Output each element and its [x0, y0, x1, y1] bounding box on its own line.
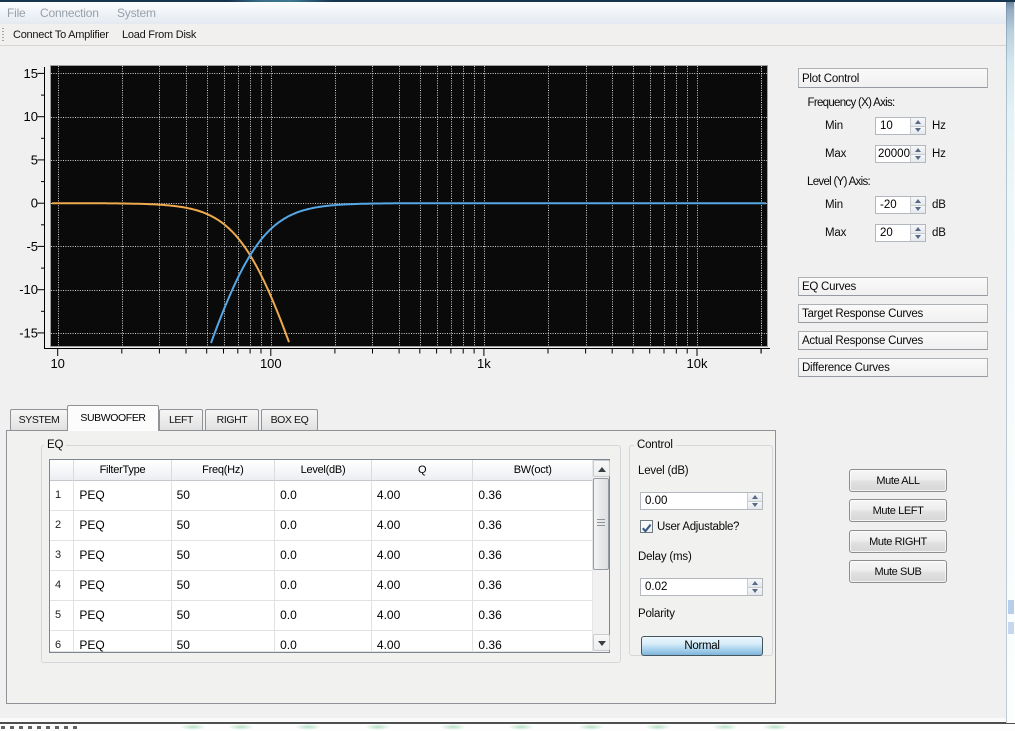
- svg-text:5: 5: [31, 152, 38, 167]
- svg-text:-15: -15: [19, 325, 38, 340]
- svg-text:10: 10: [24, 109, 38, 124]
- svg-text:10: 10: [50, 356, 64, 371]
- svg-text:15: 15: [24, 66, 38, 81]
- svg-text:10k: 10k: [687, 356, 708, 371]
- svg-text:1k: 1k: [477, 356, 491, 371]
- svg-text:-5: -5: [26, 239, 38, 254]
- svg-text:0: 0: [31, 196, 38, 211]
- svg-text:100: 100: [260, 356, 282, 371]
- svg-text:-10: -10: [19, 282, 38, 297]
